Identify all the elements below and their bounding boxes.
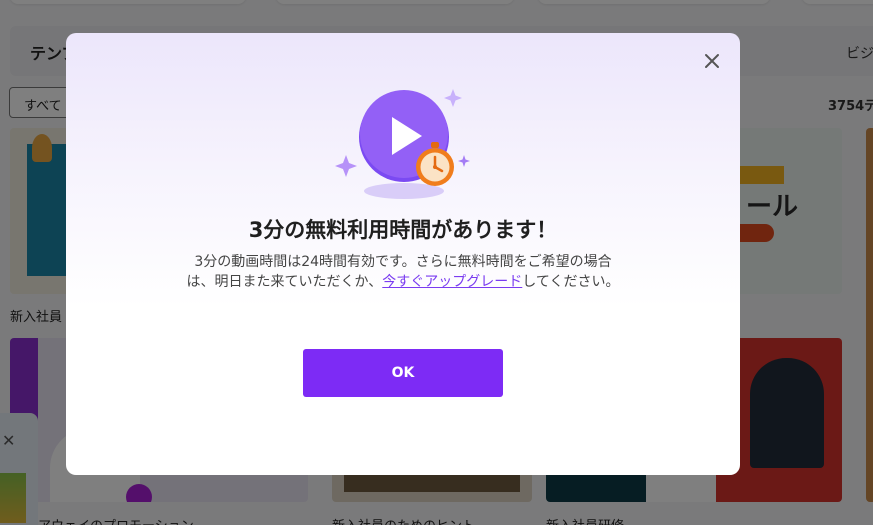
ok-button[interactable]: OK [303,349,503,397]
description-text: してください。 [522,274,620,290]
play-timer-icon [335,89,470,199]
modal-description: 3分の動画時間は24時間有効です。さらに無料時間をご希望の場合 は、明日また来て… [66,252,740,292]
modal-title: 3分の無料利用時間があります！ [248,218,558,242]
description-text: は、明日また来ていただくか、 [186,274,383,290]
description-line-2: は、明日また来ていただくか、今すぐアップグレードしてください。 [66,272,740,292]
free-time-modal: 3分の無料利用時間があります！ 3分の動画時間は24時間有効です。さらに無料時間… [66,33,740,475]
upgrade-link[interactable]: 今すぐアップグレード [382,274,522,290]
close-icon[interactable] [700,49,724,73]
description-line-1: 3分の動画時間は24時間有効です。さらに無料時間をご希望の場合 [194,254,612,270]
